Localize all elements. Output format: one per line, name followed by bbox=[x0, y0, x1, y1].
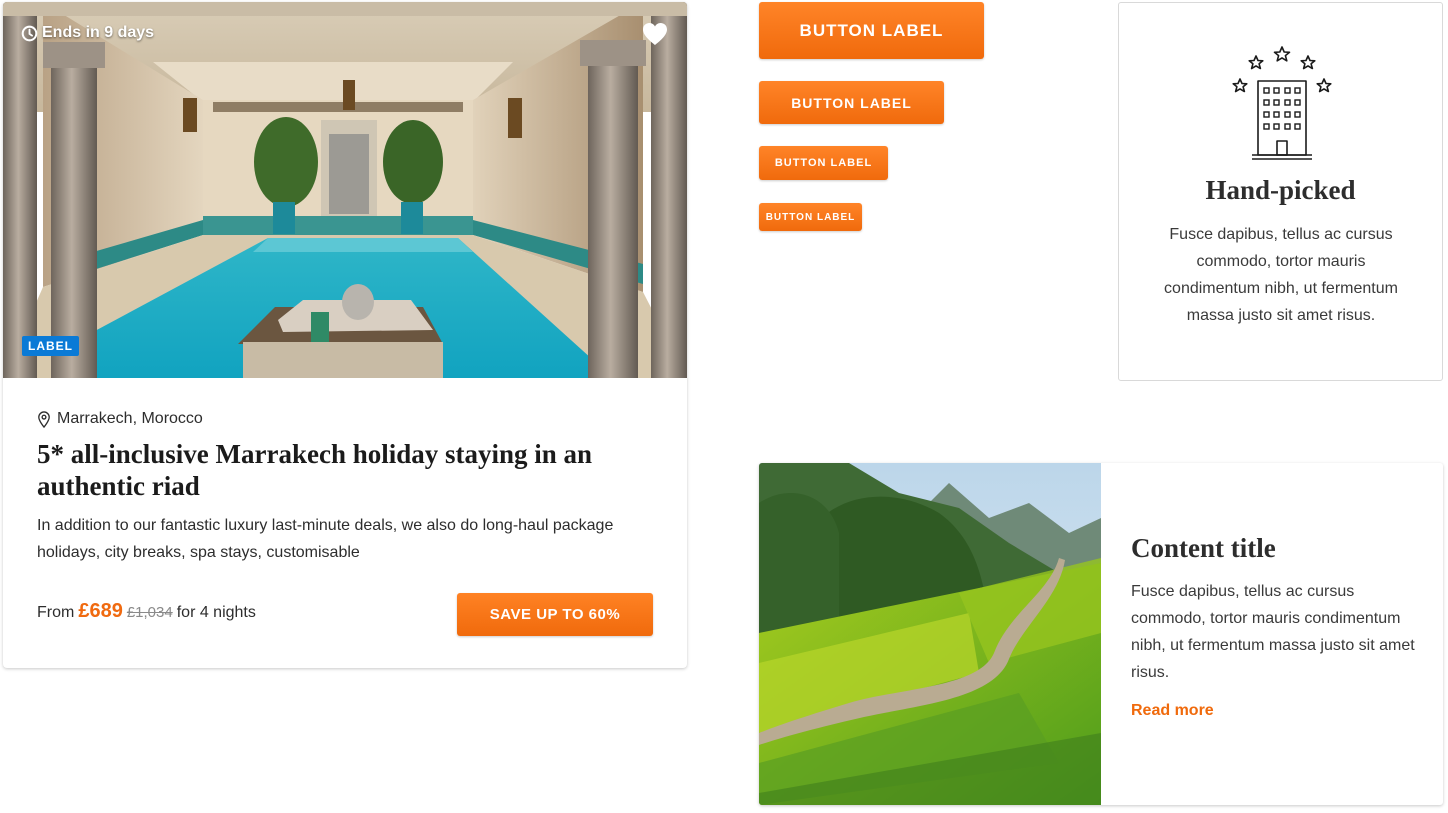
content-text: Fusce dapibus, tellus ac cursus commodo,… bbox=[1131, 583, 1415, 681]
feature-title: Hand-picked bbox=[1205, 175, 1356, 205]
button-sm[interactable]: BUTTON LABEL bbox=[759, 203, 862, 231]
location: Marrakech, Morocco bbox=[37, 410, 657, 428]
button-lg[interactable]: BUTTON LABEL bbox=[759, 81, 944, 124]
content-body: Content title Fusce dapibus, tellus ac c… bbox=[1131, 533, 1421, 720]
location-text: Marrakech, Morocco bbox=[57, 410, 203, 427]
favorite-button[interactable] bbox=[641, 20, 669, 48]
price-was: £1,034 bbox=[126, 604, 173, 621]
price-row: From £689 £1,034 for 4 nights bbox=[37, 600, 256, 623]
riad-pool-photo bbox=[3, 2, 687, 378]
save-up-to-button[interactable]: SAVE UP TO 60% bbox=[457, 593, 653, 636]
read-more-link[interactable]: Read more bbox=[1131, 702, 1214, 720]
ends-badge: Ends in 9 days bbox=[21, 24, 154, 42]
valley-photo bbox=[759, 463, 1101, 805]
deal-image[interactable]: Ends in 9 days LABEL bbox=[3, 2, 687, 378]
deal-title[interactable]: 5* all-inclusive Marrakech holiday stayi… bbox=[37, 438, 657, 502]
label-tag: LABEL bbox=[22, 336, 79, 356]
price-now: £689 bbox=[78, 600, 123, 622]
hotel-stars-icon bbox=[1232, 46, 1332, 160]
price-prefix: From bbox=[37, 604, 75, 621]
deal-card[interactable]: Ends in 9 days LABEL Marrakech, Morocco … bbox=[3, 2, 687, 668]
ends-text: Ends in 9 days bbox=[42, 24, 155, 41]
feature-card: Hand-picked Fusce dapibus, tellus ac cur… bbox=[1118, 2, 1443, 381]
button-md[interactable]: BUTTON LABEL bbox=[759, 146, 888, 180]
content-image bbox=[759, 463, 1101, 805]
feature-text: Fusce dapibus, tellus ac cursus commodo,… bbox=[1164, 226, 1398, 324]
button-xl[interactable]: BUTTON LABEL bbox=[759, 2, 984, 59]
map-pin-icon bbox=[38, 410, 50, 428]
content-card[interactable]: Content title Fusce dapibus, tellus ac c… bbox=[759, 463, 1443, 805]
deal-description: In addition to our fantastic luxury last… bbox=[37, 517, 614, 561]
price-suffix: for 4 nights bbox=[176, 604, 256, 621]
heart-icon bbox=[643, 23, 667, 45]
clock-icon bbox=[21, 25, 38, 41]
content-title: Content title bbox=[1131, 533, 1276, 563]
deal-body: Marrakech, Morocco 5* all-inclusive Marr… bbox=[37, 410, 657, 566]
